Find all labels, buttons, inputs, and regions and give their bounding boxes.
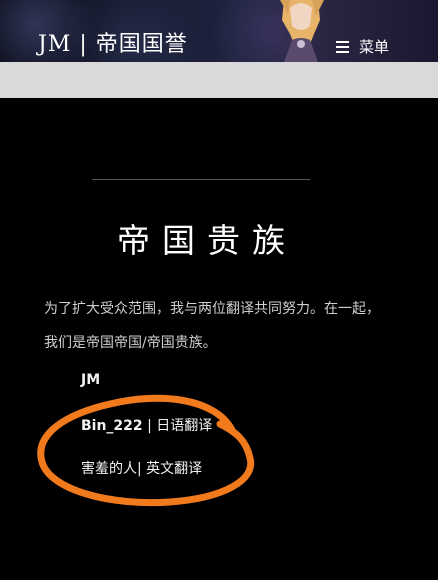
credit-item: JM xyxy=(81,372,100,388)
section-divider xyxy=(92,179,310,180)
site-logo[interactable]: JM | 帝国国誉 xyxy=(38,30,188,60)
page-title: 帝国贵族 xyxy=(117,221,297,260)
hamburger-menu-icon xyxy=(336,41,349,53)
credit-role: | 英文翻译 xyxy=(137,461,203,477)
credit-item: 害羞的人| 英文翻译 xyxy=(81,458,202,478)
credit-item: Bin_222 | 日语翻译 xyxy=(81,415,212,435)
intro-paragraph: 为了扩大受众范围，我与两位翻译共同努力。在一起，我们是帝国帝国/帝国贵族。 xyxy=(44,301,380,351)
site-header: JM | 帝国国誉 菜单 xyxy=(0,0,438,62)
credit-role: | 日语翻译 xyxy=(142,418,213,434)
credit-name: Bin_222 xyxy=(81,418,143,434)
page: JM | 帝国国誉 菜单 帝国贵族 为了扩大受众范围，我与两位翻译共同努力。在一… xyxy=(0,0,438,580)
credit-name: JM xyxy=(81,372,101,388)
credit-name: 害羞的人 xyxy=(81,461,137,477)
grey-banner-bar xyxy=(0,62,438,98)
menu-label: 菜单 xyxy=(359,38,390,56)
header-character-art xyxy=(280,0,324,62)
menu-button[interactable]: 菜单 xyxy=(336,36,389,57)
